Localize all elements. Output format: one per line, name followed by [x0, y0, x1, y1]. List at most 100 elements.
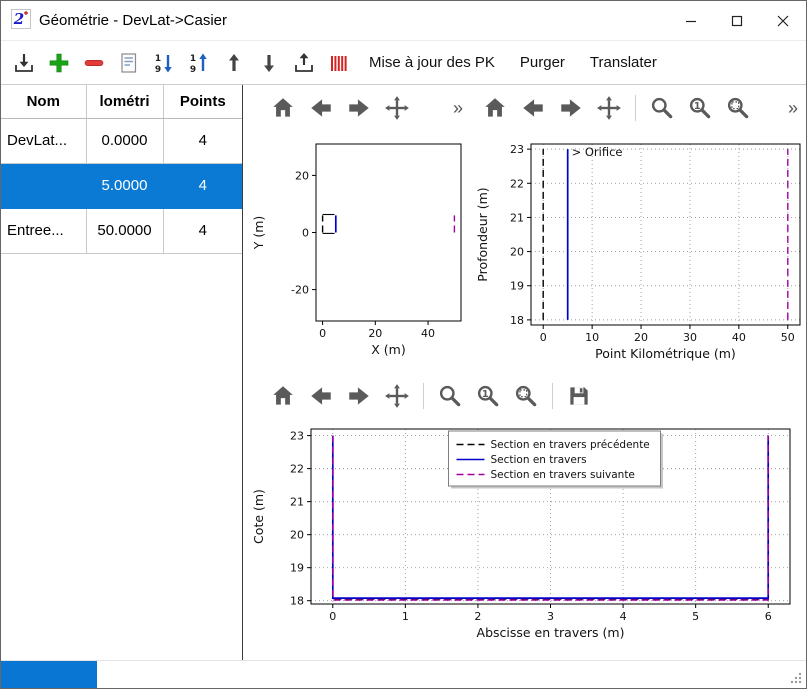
zoom-region-button[interactable]	[722, 92, 754, 124]
edit-button[interactable]	[114, 48, 144, 78]
forward-button[interactable]	[555, 92, 587, 124]
zoom-button[interactable]	[434, 380, 466, 412]
blue-status-block	[1, 661, 97, 688]
toolbar-icon-group	[9, 48, 354, 78]
titlebar[interactable]: 2 Géométrie - DevLat->Casier	[1, 1, 806, 41]
toolbar-separator	[552, 383, 553, 409]
move-up-icon	[222, 51, 246, 75]
back-button[interactable]	[305, 92, 337, 124]
zoom-region-button[interactable]	[510, 380, 542, 412]
xy-plot-canvas[interactable]: 02040-20020X (m)Y (m)	[243, 130, 467, 370]
cell-nom[interactable]: DevLat...	[1, 118, 86, 163]
svg-text:6: 6	[765, 610, 772, 623]
svg-text:19: 19	[510, 280, 524, 293]
toolbar-overflow-chevron[interactable]: »	[453, 99, 463, 117]
zoom-button[interactable]	[646, 92, 678, 124]
sort-down-button[interactable]	[149, 48, 179, 78]
move-down-icon	[257, 51, 281, 75]
forward-button[interactable]	[343, 380, 375, 412]
cell-points[interactable]: 4	[163, 118, 242, 163]
bottom-strip	[1, 660, 806, 688]
home-button[interactable]	[267, 380, 299, 412]
pan-button[interactable]	[381, 92, 413, 124]
cell-pk[interactable]: 50.0000	[86, 208, 163, 253]
svg-text:0: 0	[302, 227, 309, 240]
svg-text:21: 21	[290, 496, 304, 509]
move-down-button[interactable]	[254, 48, 284, 78]
xy-plot-panel: » 02040-20020X (m)Y (m)	[243, 85, 467, 373]
purger-button[interactable]: Purger	[510, 54, 575, 71]
home-button[interactable]	[479, 92, 511, 124]
import-icon	[12, 51, 36, 75]
svg-text:Section en travers suivante: Section en travers suivante	[491, 469, 635, 481]
svg-text:20: 20	[510, 246, 524, 259]
edit-icon	[117, 51, 141, 75]
back-button[interactable]	[305, 380, 337, 412]
table-row[interactable]: Entree... 50.0000 4	[1, 208, 242, 253]
remove-button[interactable]	[79, 48, 109, 78]
table-row[interactable]: DevLat... 0.0000 4	[1, 118, 242, 163]
svg-text:2: 2	[474, 610, 481, 623]
zoom-one-button[interactable]	[472, 380, 504, 412]
svg-text:Point Kilométrique (m): Point Kilométrique (m)	[595, 346, 736, 361]
cell-points[interactable]: 4	[163, 163, 242, 208]
profile-plot-canvas[interactable]: 01020304050181920212223Point Kilométriqu…	[467, 130, 806, 370]
home-button[interactable]	[267, 92, 299, 124]
move-up-button[interactable]	[219, 48, 249, 78]
svg-text:20: 20	[290, 529, 304, 542]
svg-text:18: 18	[290, 595, 304, 608]
caption-buttons	[668, 1, 806, 40]
svg-text:X (m): X (m)	[371, 342, 405, 357]
zoom-one-icon	[475, 383, 501, 409]
svg-text:3: 3	[547, 610, 554, 623]
back-button[interactable]	[517, 92, 549, 124]
svg-text:50: 50	[781, 331, 795, 344]
section-plot-toolbar	[243, 373, 806, 419]
update-pk-button[interactable]: Mise à jour des PK	[359, 54, 505, 71]
close-button[interactable]	[760, 1, 806, 40]
add-icon	[47, 51, 71, 75]
export-button[interactable]	[289, 48, 319, 78]
sections-table: Nom lométri Points DevLat... 0.0000 4 5.…	[1, 85, 242, 254]
col-header-nom[interactable]: Nom	[1, 85, 86, 118]
main-toolbar: Mise à jour des PK Purger Translater	[1, 41, 806, 85]
cell-nom[interactable]	[1, 163, 86, 208]
svg-text:23: 23	[290, 430, 304, 443]
sort-up-button[interactable]	[184, 48, 214, 78]
forward-button[interactable]	[343, 92, 375, 124]
svg-text:23: 23	[510, 143, 524, 156]
save-button[interactable]	[563, 380, 595, 412]
import-button[interactable]	[9, 48, 39, 78]
svg-text:Section en travers: Section en travers	[491, 454, 587, 466]
xy-plot-toolbar: »	[243, 85, 467, 130]
zoom-one-button[interactable]	[684, 92, 716, 124]
table-row-selected[interactable]: 5.0000 4	[1, 163, 242, 208]
svg-text:Y (m): Y (m)	[251, 216, 266, 251]
pk-stripes-button[interactable]	[324, 48, 354, 78]
svg-text:Profondeur (m): Profondeur (m)	[475, 187, 490, 281]
maximize-button[interactable]	[714, 1, 760, 40]
cell-pk[interactable]: 5.0000	[86, 163, 163, 208]
minimize-button[interactable]	[668, 1, 714, 40]
add-button[interactable]	[44, 48, 74, 78]
cell-pk[interactable]: 0.0000	[86, 118, 163, 163]
svg-text:0: 0	[329, 610, 336, 623]
toolbar-overflow-chevron[interactable]: »	[788, 99, 798, 117]
pan-icon	[384, 383, 410, 409]
remove-icon	[82, 51, 106, 75]
back-icon	[520, 95, 546, 121]
section-plot-canvas[interactable]: 0123456181920212223Abscisse en travers (…	[243, 419, 806, 659]
toolbar-separator	[423, 383, 424, 409]
svg-text:Cote (m): Cote (m)	[251, 489, 266, 544]
svg-text:21: 21	[510, 211, 524, 224]
cell-points[interactable]: 4	[163, 208, 242, 253]
cell-nom[interactable]: Entree...	[1, 208, 86, 253]
resize-grip[interactable]	[787, 669, 803, 685]
pan-button[interactable]	[381, 380, 413, 412]
col-header-points[interactable]: Points	[163, 85, 242, 118]
translater-button[interactable]: Translater	[580, 54, 667, 71]
window-title: Géométrie - DevLat->Casier	[39, 12, 227, 29]
col-header-pk[interactable]: lométri	[86, 85, 163, 118]
home-icon	[482, 95, 508, 121]
pan-button[interactable]	[593, 92, 625, 124]
